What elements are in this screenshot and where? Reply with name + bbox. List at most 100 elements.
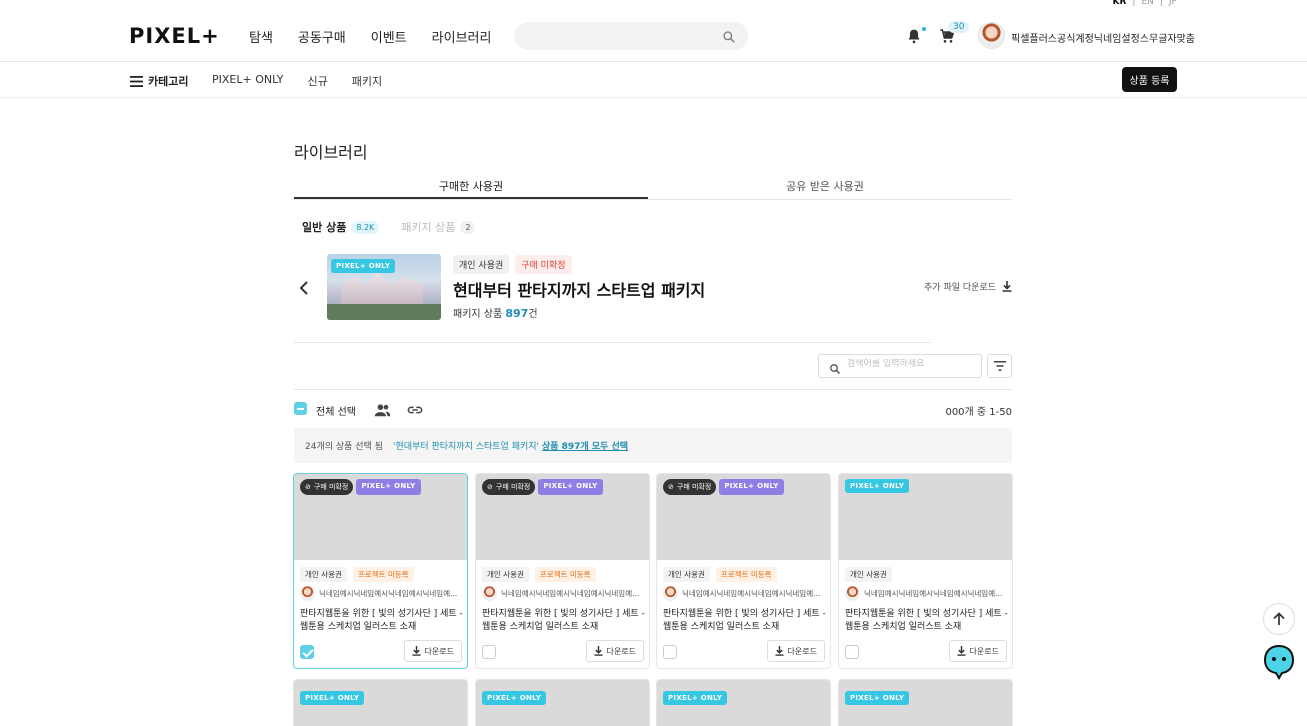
- avatar: [845, 586, 860, 601]
- package-count: 패키지 상품 897건: [453, 305, 538, 320]
- select-all-checkbox[interactable]: [294, 402, 307, 415]
- package-badges: 개인 사용권 구매 미확정: [453, 255, 572, 274]
- card-title[interactable]: 판타지웹툰을 위한 [ 빛의 성기사단 ] 세트 - 웹툰용 스케치업 일러스트…: [300, 608, 464, 634]
- package-count-value: 897: [505, 307, 529, 320]
- extra-file-download-button[interactable]: 추가 파일 다운로드: [924, 280, 1012, 293]
- card-tags: ⊘ 구매 미확정 PIXEL+ ONLY: [300, 479, 421, 495]
- product-card[interactable]: PIXEL+ ONLY: [838, 679, 1013, 726]
- product-card[interactable]: PIXEL+ ONLY: [656, 679, 831, 726]
- block-icon: ⊘: [668, 483, 674, 491]
- avatar: [300, 586, 315, 601]
- tree-illustration: [327, 304, 441, 320]
- subtab-count: 2: [460, 220, 476, 234]
- selection-toolbar: 전체 선택 000개 중 1-50: [294, 401, 1012, 419]
- pixel-only-tag: PIXEL+ ONLY: [538, 479, 603, 495]
- library-search: [818, 354, 982, 378]
- product-card[interactable]: PIXEL+ ONLY: [293, 679, 468, 726]
- card-tags: PIXEL+ ONLY: [845, 479, 910, 493]
- download-label: 다운로드: [969, 646, 999, 656]
- avatar: [482, 586, 497, 601]
- product-card[interactable]: ⊘ 구매 미확정 PIXEL+ ONLY 개인 사용권 프로젝트 미등록 닉네임예…: [475, 473, 650, 669]
- license-badge: 개인 사용권: [453, 255, 510, 274]
- select-all-label[interactable]: 전체 선택: [316, 403, 356, 418]
- filter-button[interactable]: [987, 354, 1012, 378]
- card-author[interactable]: 닉네임예시닉네임예시닉네임예시닉네임예...: [663, 586, 826, 601]
- nav-explore[interactable]: 탐색: [249, 27, 273, 46]
- license-badge: 개인 사용권: [482, 567, 529, 582]
- product-card[interactable]: ⊘ 구매 미확정 PIXEL+ ONLY 개인 사용권 프로젝트 미등록 닉네임예…: [293, 473, 468, 669]
- card-badges: 개인 사용권 프로젝트 미등록: [663, 567, 777, 582]
- card-title[interactable]: 판타지웹툰을 위한 [ 빛의 성기사단 ] 세트 - 웹툰용 스케치업 일러스트…: [845, 608, 1009, 634]
- notification-bell-icon[interactable]: [907, 27, 926, 48]
- avatar[interactable]: [978, 22, 1005, 49]
- subnav-pixel-only[interactable]: PIXEL+ ONLY: [212, 73, 283, 89]
- subtab-label: 일반 상품: [302, 221, 347, 234]
- download-button[interactable]: 다운로드: [403, 640, 462, 662]
- register-product-button[interactable]: 상품 등록: [1122, 67, 1177, 92]
- download-icon: [956, 646, 966, 656]
- product-type-tabs: 일반 상품 8.2K 패키지 상품 2: [302, 219, 476, 235]
- product-card[interactable]: PIXEL+ ONLY: [475, 679, 650, 726]
- subnav-package[interactable]: 패키지: [352, 73, 382, 89]
- tab-shared-license[interactable]: 공유 받은 사용권: [648, 170, 1002, 199]
- package-name-quote: '현대부터 판타지까지 스타트업 패키지': [393, 442, 540, 452]
- username[interactable]: 픽셀플러스공식계정닉네임설정스무글자맞춤: [1011, 30, 1195, 45]
- card-author[interactable]: 닉네임예시닉네임예시닉네임예시닉네임예...: [300, 586, 463, 601]
- download-button[interactable]: 다운로드: [585, 640, 644, 662]
- author-name: 닉네임예시닉네임예시닉네임예시닉네임예...: [682, 589, 821, 598]
- chevron-left-icon[interactable]: [299, 280, 309, 299]
- download-button[interactable]: 다운로드: [948, 640, 1007, 662]
- selection-notice: 24개의 상품 선택 됨 '현대부터 판타지까지 스타트업 패키지' 상품 89…: [294, 428, 1012, 463]
- download-label: 다운로드: [787, 646, 817, 656]
- library-tabs: 구매한 사용권 공유 받은 사용권: [294, 170, 1012, 200]
- card-checkbox[interactable]: [482, 645, 496, 659]
- card-badges: 개인 사용권: [845, 567, 892, 582]
- select-all-package-link[interactable]: 상품 897개 모두 선택: [542, 442, 628, 452]
- chat-bot-icon[interactable]: [1262, 643, 1296, 685]
- share-users-icon[interactable]: [374, 402, 391, 421]
- tab-purchased-license[interactable]: 구매한 사용권: [294, 170, 648, 199]
- card-tags: PIXEL+ ONLY: [482, 685, 547, 705]
- pixel-only-tag: PIXEL+ ONLY: [663, 691, 728, 705]
- category-menu-button[interactable]: 카테고리: [130, 73, 188, 89]
- card-badges: 개인 사용권 프로젝트 미등록: [300, 567, 414, 582]
- pixel-only-tag: PIXEL+ ONLY: [845, 691, 910, 705]
- package-thumbnail[interactable]: PIXEL+ ONLY: [327, 254, 441, 320]
- author-name: 닉네임예시닉네임예시닉네임예시닉네임예...: [864, 589, 1003, 598]
- library-search-input[interactable]: [847, 359, 977, 369]
- subtab-general-products[interactable]: 일반 상품 8.2K: [302, 219, 380, 235]
- card-title[interactable]: 판타지웹툰을 위한 [ 빛의 성기사단 ] 세트 - 웹툰용 스케치업 일러스트…: [663, 608, 827, 634]
- product-card[interactable]: ⊘ 구매 미확정 PIXEL+ ONLY 개인 사용권 프로젝트 미등록 닉네임예…: [656, 473, 831, 669]
- card-checkbox[interactable]: [300, 645, 314, 659]
- link-icon[interactable]: [407, 402, 423, 421]
- nav-library[interactable]: 라이브러리: [432, 27, 492, 46]
- logo[interactable]: PIXEL+: [129, 24, 220, 48]
- card-author[interactable]: 닉네임예시닉네임예시닉네임예시닉네임예...: [845, 586, 1008, 601]
- search-icon[interactable]: [722, 29, 736, 48]
- page-title: 라이브러리: [294, 143, 368, 162]
- card-author[interactable]: 닉네임예시닉네임예시닉네임예시닉네임예...: [482, 586, 645, 601]
- product-card[interactable]: PIXEL+ ONLY 개인 사용권 닉네임예시닉네임예시닉네임예시닉네임예..…: [838, 473, 1013, 669]
- subtab-package-products[interactable]: 패키지 상품 2: [401, 219, 476, 235]
- project-badge: 프로젝트 미등록: [715, 567, 777, 582]
- card-checkbox[interactable]: [663, 645, 677, 659]
- header-search-input[interactable]: [514, 22, 748, 50]
- download-icon: [411, 646, 421, 656]
- package-title: 현대부터 판타지까지 스타트업 패키지: [453, 281, 706, 300]
- scroll-top-button[interactable]: [1263, 603, 1295, 635]
- divider: [294, 389, 1012, 390]
- status-tag: ⊘ 구매 미확정: [663, 479, 717, 495]
- subnav-new[interactable]: 신규: [307, 73, 327, 89]
- result-count: 000개 중 1-50: [945, 407, 1012, 418]
- card-checkbox[interactable]: [845, 645, 859, 659]
- download-icon: [1002, 281, 1012, 292]
- nav-group-buy[interactable]: 공동구매: [298, 27, 346, 46]
- nav-event[interactable]: 이벤트: [371, 27, 407, 46]
- status-tag-label: 구매 미확정: [676, 483, 712, 491]
- pixel-only-tag: PIXEL+ ONLY: [719, 479, 784, 495]
- sub-nav: 카테고리 PIXEL+ ONLY 신규 패키지 상품 등록: [0, 62, 1307, 98]
- author-name: 닉네임예시닉네임예시닉네임예시닉네임예...: [501, 589, 640, 598]
- download-button[interactable]: 다운로드: [766, 640, 825, 662]
- card-title[interactable]: 판타지웹툰을 위한 [ 빛의 성기사단 ] 세트 - 웹툰용 스케치업 일러스트…: [482, 608, 646, 634]
- card-badges: 개인 사용권 프로젝트 미등록: [482, 567, 596, 582]
